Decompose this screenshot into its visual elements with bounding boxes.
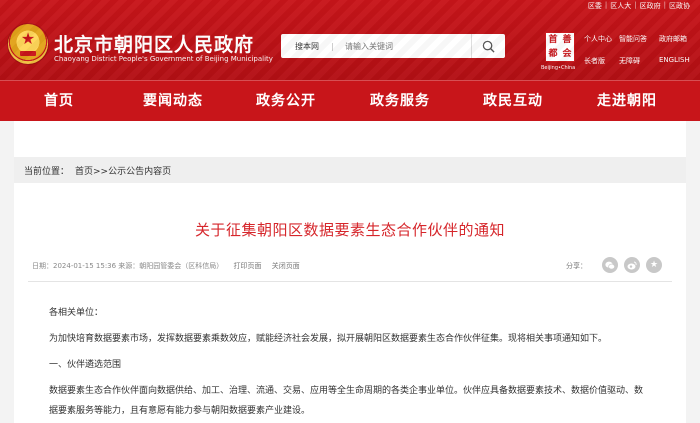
breadcrumb: 当前位置： 首页>>公示公告内容页 — [24, 164, 171, 177]
star-icon: ★ — [649, 260, 659, 270]
nav-home[interactable]: 首页 — [44, 81, 74, 122]
top-links: 区委 | 区人大 | 区政府 | 区政协 — [588, 1, 690, 11]
nav-news[interactable]: 要闻动态 — [143, 81, 203, 122]
search-box: 搜本网 — [281, 34, 505, 58]
quick-link-smart-qa[interactable]: 智能问答 — [619, 34, 659, 44]
seal-char: 善 — [562, 34, 572, 45]
breadcrumb-bar: 当前位置： 首页>>公示公告内容页 — [14, 157, 686, 183]
quick-link-elder-mode[interactable]: 长者版 — [584, 56, 619, 66]
search-button[interactable] — [471, 34, 505, 58]
seal-caption: Beijing•China — [541, 65, 576, 71]
print-page-link[interactable]: 打印页面 — [234, 262, 262, 270]
site-subtitle: Chaoyang District People's Government of… — [54, 55, 273, 63]
search-scope-select[interactable]: 搜本网 — [281, 41, 345, 52]
breadcrumb-label: 当前位置： — [24, 167, 70, 177]
seal-char: 会 — [562, 48, 572, 59]
search-icon — [482, 40, 495, 53]
breadcrumb-path[interactable]: 首页>>公示公告内容页 — [75, 167, 171, 177]
site-header: 区委 | 区人大 | 区政府 | 区政协 北京市朝阳区人民政府 Chaoyang… — [0, 0, 700, 80]
nav-gov-affairs[interactable]: 政务公开 — [256, 81, 316, 122]
quick-links: 个人中心 智能问答 政府邮箱 长者版 无障碍 ENGLISH — [584, 34, 694, 66]
separator: | — [604, 1, 608, 9]
search-input[interactable] — [345, 36, 463, 56]
top-link-district-congress[interactable]: 区人大 — [610, 1, 631, 11]
separator: | — [634, 1, 637, 9]
article-date-source: 日期：2024-01-15 15:36 来源：朝阳园管委会（区科信局） — [32, 262, 224, 270]
divider — [28, 281, 672, 282]
top-link-district-cppcc[interactable]: 区政协 — [669, 1, 690, 11]
seal-char: 首 — [548, 34, 558, 45]
main-nav: 首页 要闻动态 政务公开 政务服务 政民互动 走进朝阳 — [0, 80, 700, 121]
share-label: 分享： — [566, 262, 587, 270]
seal-char: 都 — [548, 48, 558, 59]
separator: | — [663, 1, 666, 9]
quick-link-personal-center[interactable]: 个人中心 — [584, 34, 619, 44]
content-panel: 当前位置： 首页>>公示公告内容页 关于征集朝阳区数据要素生态合作伙伴的通知 日期… — [14, 121, 686, 423]
quick-link-gov-mail[interactable]: 政府邮箱 — [659, 34, 694, 44]
article-section-heading: 一、伙伴遴选范围 — [49, 360, 122, 370]
quick-link-accessibility[interactable]: 无障碍 — [619, 56, 659, 66]
article-title: 关于征集朝阳区数据要素生态合作伙伴的通知 — [194, 221, 505, 239]
nav-gov-services[interactable]: 政务服务 — [370, 81, 430, 122]
article-paragraph: 数据要素生态合作伙伴面向数据供给、加工、治理、流通、交易、应用等全生命周期的各类… — [49, 386, 644, 396]
wechat-icon — [605, 261, 615, 269]
nav-about-chaoyang[interactable]: 走进朝阳 — [597, 81, 657, 122]
close-page-link[interactable]: 关闭页面 — [272, 262, 300, 270]
top-link-district-government[interactable]: 区政府 — [640, 1, 661, 11]
article-paragraph: 为加快培育数据要素市场，发挥数据要素乘数效应，赋能经济社会发展，拟开展朝阳区数据… — [49, 334, 608, 344]
article-paragraph: 据要素服务等能力，且有意愿有能力参与朝阳数据要素产业建设。 — [49, 406, 311, 416]
national-emblem-icon[interactable] — [8, 24, 48, 64]
favorite-share-icon[interactable]: ★ — [646, 257, 662, 273]
quick-link-english[interactable]: ENGLISH — [659, 56, 694, 66]
site-title[interactable]: 北京市朝阳区人民政府 — [54, 30, 254, 57]
nav-interaction[interactable]: 政民互动 — [483, 81, 543, 122]
top-link-district-committee[interactable]: 区委 — [588, 1, 602, 11]
weibo-share-icon[interactable] — [624, 257, 640, 273]
article-meta: 日期：2024-01-15 15:36 来源：朝阳园管委会（区科信局） 打印页面… — [32, 261, 300, 271]
weibo-icon — [627, 261, 637, 269]
article-salutation: 各相关单位： — [49, 308, 104, 318]
capital-seal-logo: 首 善 都 会 — [545, 32, 575, 62]
wechat-share-icon[interactable] — [602, 257, 618, 273]
